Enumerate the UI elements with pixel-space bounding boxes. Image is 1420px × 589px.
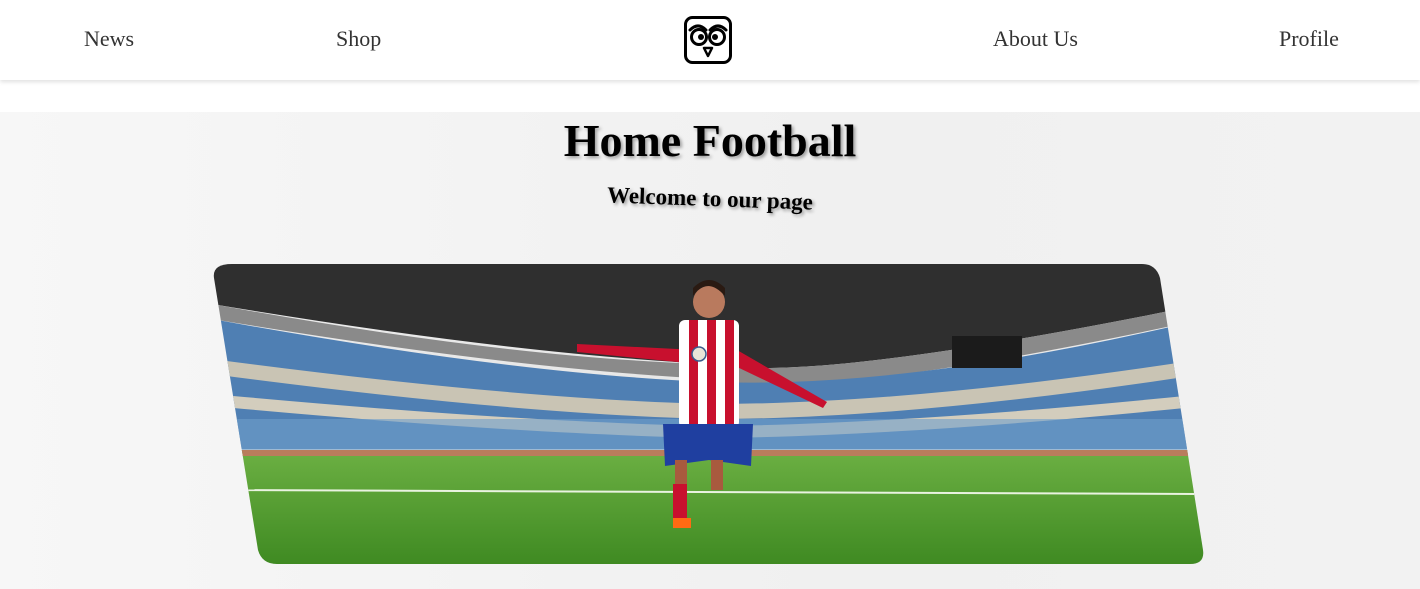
nav-shop-link[interactable]: Shop [336,26,381,52]
football-player-stadium-image [212,264,1204,564]
page-title: Home Football [563,115,857,166]
navbar: News Shop About Us Profile [0,0,1420,80]
nav-profile-link[interactable]: Profile [1279,26,1339,52]
nav-news-link[interactable]: News [84,26,134,52]
owl-logo-icon[interactable] [684,16,732,64]
nav-about-link[interactable]: About Us [993,26,1078,52]
